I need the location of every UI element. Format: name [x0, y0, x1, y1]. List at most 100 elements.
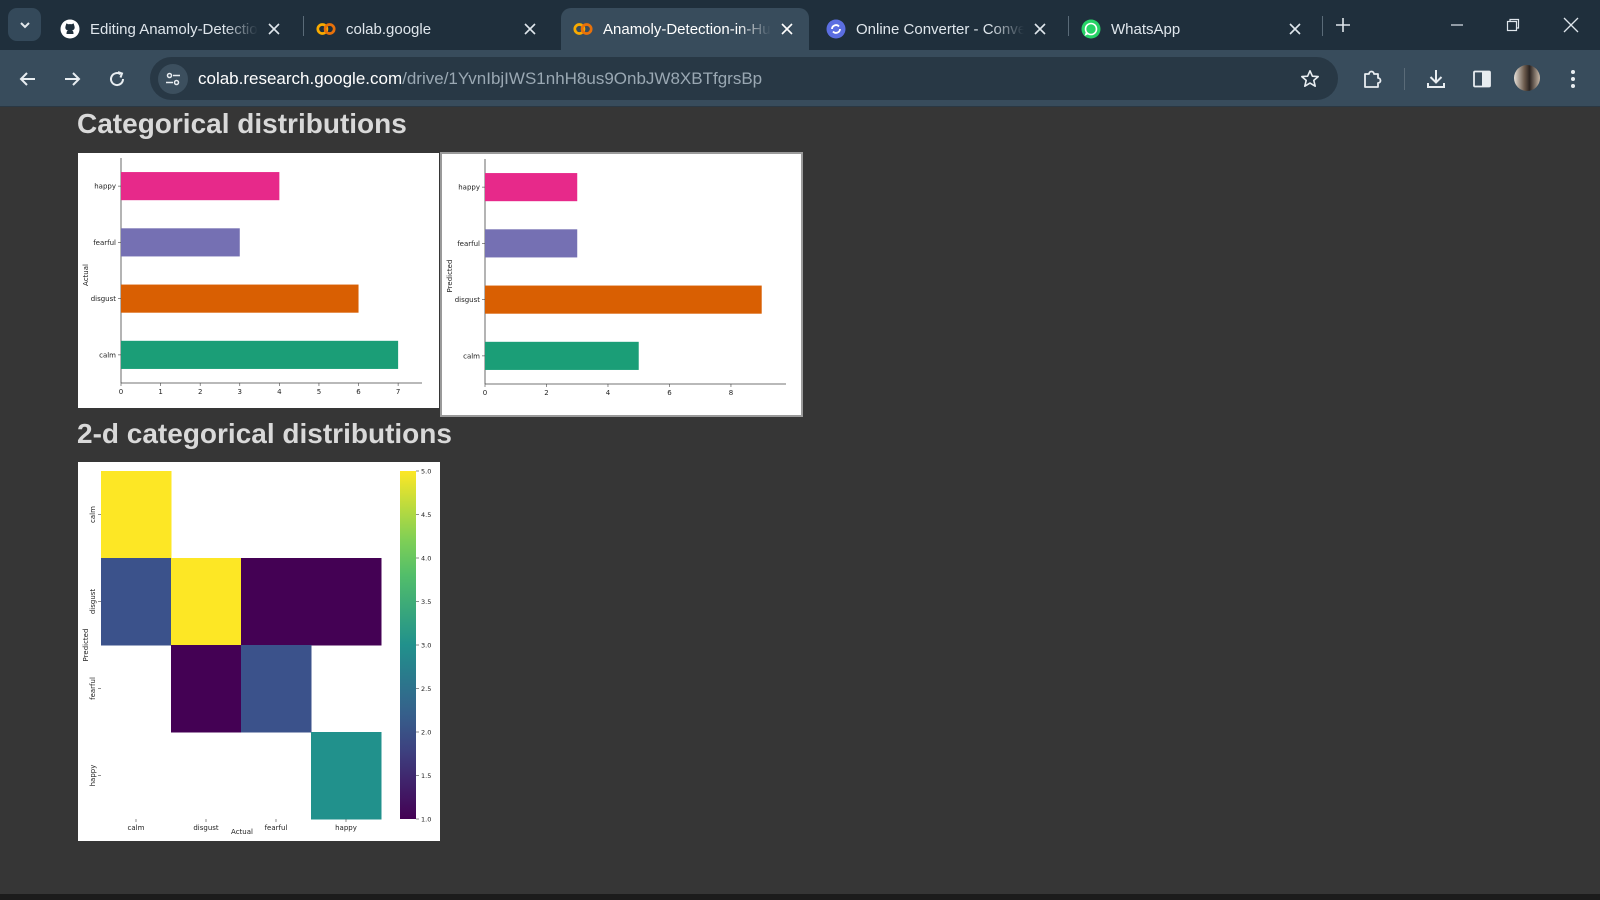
x-tick-label-disgust: disgust: [193, 824, 219, 832]
close-window-button[interactable]: [1558, 12, 1584, 38]
tab-title: Online Converter - Convert: [856, 20, 1024, 38]
tab-title: colab.google: [346, 20, 432, 38]
minimize-icon: [1451, 24, 1463, 26]
more-vert-icon: [1571, 70, 1575, 88]
bar-chart-actual: Actual happy fearful disgust calm 0 1 2 3 4 5 6 7: [82, 158, 422, 396]
new-tab-button[interactable]: [1332, 14, 1354, 36]
y-tick-label-disgust: disgust: [455, 296, 481, 304]
y-axis-label: Actual: [82, 264, 90, 286]
menu-button[interactable]: [1558, 64, 1588, 94]
colorbar-tick-label: 3.5: [421, 598, 431, 606]
heatmap-cell-calm-calm: [101, 471, 172, 559]
bar-calm: [121, 340, 399, 369]
heatmap-cell-calm-disgust: [101, 558, 172, 646]
tab-title: WhatsApp: [1111, 20, 1181, 38]
arrow-left-icon: [19, 72, 35, 86]
restore-button[interactable]: [1500, 12, 1526, 38]
whatsapp-icon: [1081, 19, 1101, 39]
y-tick-label-calm: calm: [463, 352, 480, 360]
colorbar-tick-label: 2.5: [421, 685, 431, 693]
x-tick-label-calm: calm: [128, 824, 145, 832]
forward-button[interactable]: [57, 64, 87, 94]
chart-predicted-distribution: Predicted happy fearful disgust calm 0 2 4 6 8: [440, 152, 803, 417]
close-icon: [1563, 17, 1579, 33]
colorbar-tick-label: 3.0: [421, 642, 431, 650]
address-bar[interactable]: colab.research.google.com/drive/1YvnIbjI…: [150, 57, 1338, 100]
x-tick-label: 0: [119, 388, 123, 396]
y-tick-label-disgust: disgust: [89, 589, 97, 615]
colorbar-tick-label: 2.0: [421, 729, 431, 737]
bar-happy: [121, 172, 280, 201]
colab-icon: [316, 19, 336, 39]
colorbar-tick-label: 1.0: [421, 816, 431, 824]
side-panel-icon: [1473, 70, 1491, 88]
tab-title: Editing Anamoly-Detection-in-Human-Audio: [90, 20, 258, 38]
converter-icon: [826, 19, 846, 39]
heatmap-predicted-vs-actual: Predicted Actual calm disgust fearful happy…: [82, 468, 431, 837]
y-tick-label-calm: calm: [89, 506, 97, 523]
tab-anamoly-detection[interactable]: Anamoly-Detection-in-Human-Audio: [561, 8, 809, 50]
close-icon[interactable]: [1285, 19, 1305, 39]
downloads-button[interactable]: [1421, 64, 1451, 94]
x-tick-label: 7: [396, 388, 400, 396]
arrow-right-icon: [65, 72, 81, 86]
tab-search-button[interactable]: [8, 8, 41, 41]
tab-strip: Editing Anamoly-Detection-in-Human-Audio…: [0, 0, 1600, 50]
url-path: /drive/1YvnIbjIWS1nhH8us9OnbJW8XBTfgrsBp: [402, 68, 763, 88]
bar-chart-predicted: Predicted happy fearful disgust calm 0 2 4 6 8: [446, 159, 786, 397]
close-icon[interactable]: [777, 19, 797, 39]
tab-whatsapp[interactable]: WhatsApp: [1069, 8, 1317, 50]
tune-icon: [166, 72, 180, 85]
y-tick-label-happy: happy: [94, 183, 116, 191]
x-tick-label: 2: [198, 388, 202, 396]
x-tick-label: 2: [544, 389, 548, 397]
url-text[interactable]: colab.research.google.com/drive/1YvnIbjI…: [198, 69, 762, 89]
reload-icon: [110, 71, 125, 87]
site-info-button[interactable]: [158, 63, 188, 94]
profile-avatar[interactable]: [1514, 65, 1540, 91]
colab-icon: [573, 19, 593, 39]
close-icon[interactable]: [520, 19, 540, 39]
x-tick-label: 6: [667, 389, 672, 397]
x-tick-label: 4: [606, 389, 611, 397]
y-tick-label-fearful: fearful: [89, 677, 97, 700]
chart-2d-heatmap: Predicted Actual calm disgust fearful happy…: [78, 462, 440, 841]
tab-online-converter[interactable]: Online Converter - Convert: [814, 8, 1062, 50]
heatmap-cell-fearful-disgust: [241, 558, 312, 646]
minimize-button[interactable]: [1444, 12, 1470, 38]
x-tick-label: 6: [356, 388, 361, 396]
extensions-button[interactable]: [1357, 64, 1387, 94]
bookmark-button[interactable]: [1298, 67, 1322, 91]
close-icon[interactable]: [1030, 19, 1050, 39]
x-tick-label-fearful: fearful: [265, 824, 288, 832]
x-tick-label: 8: [729, 389, 733, 397]
x-tick-label-happy: happy: [335, 824, 357, 832]
bar-calm: [485, 341, 639, 370]
reload-button[interactable]: [102, 64, 132, 94]
y-tick-label-disgust: disgust: [91, 295, 117, 303]
y-axis-label: Predicted: [446, 260, 454, 293]
x-tick-label: 0: [483, 389, 487, 397]
section-title-2d-categorical: 2-d categorical distributions: [77, 418, 452, 449]
tab-github-editing[interactable]: Editing Anamoly-Detection-in-Human-Audio: [48, 8, 296, 50]
y-tick-label-fearful: fearful: [457, 240, 480, 248]
tab-colab-google[interactable]: colab.google: [304, 8, 552, 50]
y-tick-label-happy: happy: [89, 765, 97, 787]
y-tick-label-happy: happy: [458, 184, 480, 192]
x-tick-label: 3: [238, 388, 242, 396]
x-tick-label: 4: [277, 388, 282, 396]
side-panel-button[interactable]: [1467, 64, 1497, 94]
close-icon[interactable]: [264, 19, 284, 39]
colorbar-tick-label: 1.5: [421, 772, 431, 780]
x-tick-label: 1: [158, 388, 162, 396]
puzzle-icon: [1364, 70, 1382, 88]
restore-icon: [1506, 18, 1520, 32]
back-button[interactable]: [13, 64, 43, 94]
heatmap-cell-fearful-fearful: [241, 645, 312, 733]
star-icon: [1301, 70, 1319, 87]
heatmap-cell-disgust-fearful: [171, 645, 242, 733]
y-tick-label-fearful: fearful: [93, 239, 116, 247]
bottom-strip: [0, 894, 1600, 900]
tab-separator: [1322, 16, 1323, 36]
chevron-down-icon: [19, 21, 30, 28]
